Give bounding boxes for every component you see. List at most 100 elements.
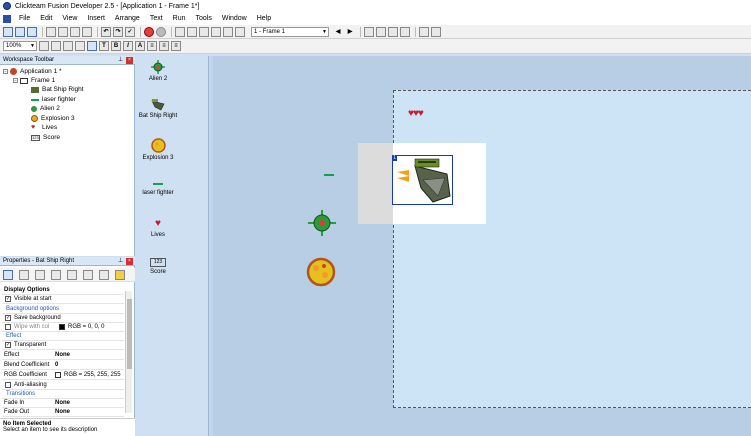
menu-help[interactable]: Help bbox=[252, 15, 276, 22]
align-left-icon[interactable]: ≡ bbox=[147, 41, 157, 51]
prop-visible-at-start[interactable]: ✓ Visible at start bbox=[2, 295, 124, 304]
previous-frame-icon[interactable]: ◀ bbox=[333, 27, 343, 37]
text-icon[interactable]: T bbox=[99, 41, 109, 51]
menu-text[interactable]: Text bbox=[145, 15, 168, 22]
tree-item-alien-2[interactable]: Alien 2 bbox=[31, 105, 60, 112]
menu-view[interactable]: View bbox=[57, 15, 82, 22]
undo-icon[interactable]: ↶ bbox=[101, 26, 111, 37]
prop-fade-out[interactable]: Fade Out None bbox=[2, 408, 124, 417]
settings-tab-icon[interactable] bbox=[3, 269, 13, 280]
show-grid-icon[interactable] bbox=[87, 41, 97, 51]
scrollbar-thumb[interactable] bbox=[127, 299, 132, 369]
tree-item-explosion-3[interactable]: Explosion 3 bbox=[31, 115, 75, 122]
visible-at-start-checkbox[interactable]: ✓ bbox=[5, 296, 11, 302]
record-icon[interactable] bbox=[156, 26, 166, 37]
cut-icon[interactable] bbox=[46, 26, 56, 37]
prop-anti-aliasing[interactable]: Anti-aliasing bbox=[2, 381, 124, 390]
library-item-lives[interactable]: ♥ Lives bbox=[136, 218, 180, 239]
prop-effect[interactable]: Effect None bbox=[2, 351, 124, 360]
zoom-out-icon[interactable] bbox=[51, 41, 61, 51]
collapse-icon[interactable]: − bbox=[13, 78, 18, 83]
library-item-explosion-3[interactable]: Explosion 3 bbox=[136, 138, 180, 162]
save-icon[interactable] bbox=[27, 26, 37, 37]
anti-aliasing-checkbox[interactable] bbox=[5, 382, 11, 388]
grid-icon[interactable] bbox=[419, 26, 429, 37]
pin-icon[interactable]: ⊥ bbox=[118, 57, 124, 64]
collapse-icon[interactable]: − bbox=[3, 69, 8, 74]
stop-icon[interactable] bbox=[144, 26, 154, 37]
lives-counter[interactable]: ♥♥♥ bbox=[408, 108, 424, 120]
runtime-options-tab-icon[interactable] bbox=[83, 269, 93, 280]
menu-arrange[interactable]: Arrange bbox=[110, 15, 145, 22]
event-editor-icon[interactable] bbox=[199, 26, 209, 37]
paste-icon[interactable] bbox=[70, 26, 80, 37]
new-icon[interactable] bbox=[3, 26, 13, 37]
align-right-text-icon[interactable]: ≡ bbox=[171, 41, 181, 51]
tree-item-frame[interactable]: − Frame 1 bbox=[13, 77, 55, 84]
prop-wipe-with-color[interactable]: Wipe with col RGB = 0, 0, 0 bbox=[2, 323, 124, 332]
color-swatch[interactable] bbox=[55, 372, 61, 378]
pin-icon[interactable]: ⊥ bbox=[118, 258, 124, 265]
frame-select[interactable]: 1 - Frame 1 ▼ bbox=[251, 26, 329, 37]
bold-icon[interactable]: B bbox=[111, 41, 121, 51]
menu-file[interactable]: File bbox=[14, 15, 35, 22]
align-bottom-icon[interactable] bbox=[388, 26, 398, 37]
event-list-icon[interactable] bbox=[211, 26, 221, 37]
prop-rgb-coefficient[interactable]: RGB Coefficient RGB = 255, 255, 255 bbox=[2, 371, 124, 380]
copy-icon[interactable] bbox=[58, 26, 68, 37]
tree-item-lives[interactable]: ♥ Lives bbox=[31, 124, 57, 132]
delete-icon[interactable] bbox=[82, 26, 92, 37]
tree-item-laser-fighter[interactable]: laser fighter bbox=[31, 96, 76, 103]
about-tab-icon[interactable] bbox=[115, 269, 125, 280]
save-background-checkbox[interactable]: ✓ bbox=[5, 315, 11, 321]
redo-icon[interactable]: ↷ bbox=[113, 26, 123, 37]
layers-icon[interactable] bbox=[431, 26, 441, 37]
explosion-3-object[interactable] bbox=[306, 257, 336, 287]
check-icon[interactable]: ✓ bbox=[125, 26, 135, 37]
size-position-tab-icon[interactable] bbox=[35, 269, 45, 280]
align-icon[interactable] bbox=[364, 26, 374, 37]
align-right-icon[interactable] bbox=[400, 26, 410, 37]
close-icon[interactable]: × bbox=[126, 57, 133, 64]
next-frame-icon[interactable]: ▶ bbox=[345, 27, 355, 37]
storyboard-icon[interactable] bbox=[175, 26, 185, 37]
menu-run[interactable]: Run bbox=[168, 15, 191, 22]
prop-save-background[interactable]: ✓ Save background bbox=[2, 314, 124, 323]
snap-icon[interactable] bbox=[75, 41, 85, 51]
italic-icon[interactable]: I bbox=[123, 41, 133, 51]
prop-transparent[interactable]: ✓ Transparent bbox=[2, 341, 124, 350]
display-tab-icon[interactable] bbox=[19, 269, 29, 280]
text-tab-icon[interactable] bbox=[51, 269, 61, 280]
font-color-icon[interactable]: A bbox=[135, 41, 145, 51]
prop-blend-coefficient[interactable]: Blend Coefficient 0 bbox=[2, 361, 124, 370]
library-item-laser-fighter[interactable]: laser fighter bbox=[136, 180, 180, 197]
tree-item-bat-ship-right[interactable]: Bat Ship Right bbox=[31, 86, 84, 93]
library-item-score[interactable]: 123 Score bbox=[136, 258, 180, 276]
color-swatch[interactable] bbox=[59, 324, 65, 330]
frame-area[interactable] bbox=[393, 90, 751, 408]
close-icon[interactable]: × bbox=[126, 258, 133, 265]
transparent-checkbox[interactable]: ✓ bbox=[5, 342, 11, 348]
align-top-icon[interactable] bbox=[376, 26, 386, 37]
data-elements-icon[interactable] bbox=[223, 26, 233, 37]
zoom-in-icon[interactable] bbox=[39, 41, 49, 51]
laser-fighter-object[interactable] bbox=[324, 174, 334, 176]
menu-window[interactable]: Window bbox=[217, 15, 252, 22]
selection-box[interactable] bbox=[392, 155, 453, 205]
open-icon[interactable] bbox=[15, 26, 25, 37]
grid-toggle-icon[interactable] bbox=[63, 41, 73, 51]
expression-icon[interactable] bbox=[235, 26, 245, 37]
library-item-alien-2[interactable]: Alien 2 bbox=[136, 60, 180, 83]
tree-item-application[interactable]: − Application 1 * bbox=[3, 68, 62, 75]
menu-tools[interactable]: Tools bbox=[191, 15, 217, 22]
movement-tab-icon[interactable] bbox=[67, 269, 77, 280]
menu-edit[interactable]: Edit bbox=[35, 15, 57, 22]
library-item-bat-ship-right[interactable]: Bat Ship Right bbox=[136, 98, 180, 120]
document-icon[interactable] bbox=[3, 14, 11, 23]
menu-insert[interactable]: Insert bbox=[82, 15, 110, 22]
wipe-with-color-checkbox[interactable] bbox=[5, 324, 11, 330]
selection-handle[interactable]: 1 bbox=[392, 155, 397, 161]
align-center-icon[interactable]: ≡ bbox=[159, 41, 169, 51]
tree-item-score[interactable]: 123 Score bbox=[31, 134, 60, 141]
prop-fade-in[interactable]: Fade In None bbox=[2, 399, 124, 408]
